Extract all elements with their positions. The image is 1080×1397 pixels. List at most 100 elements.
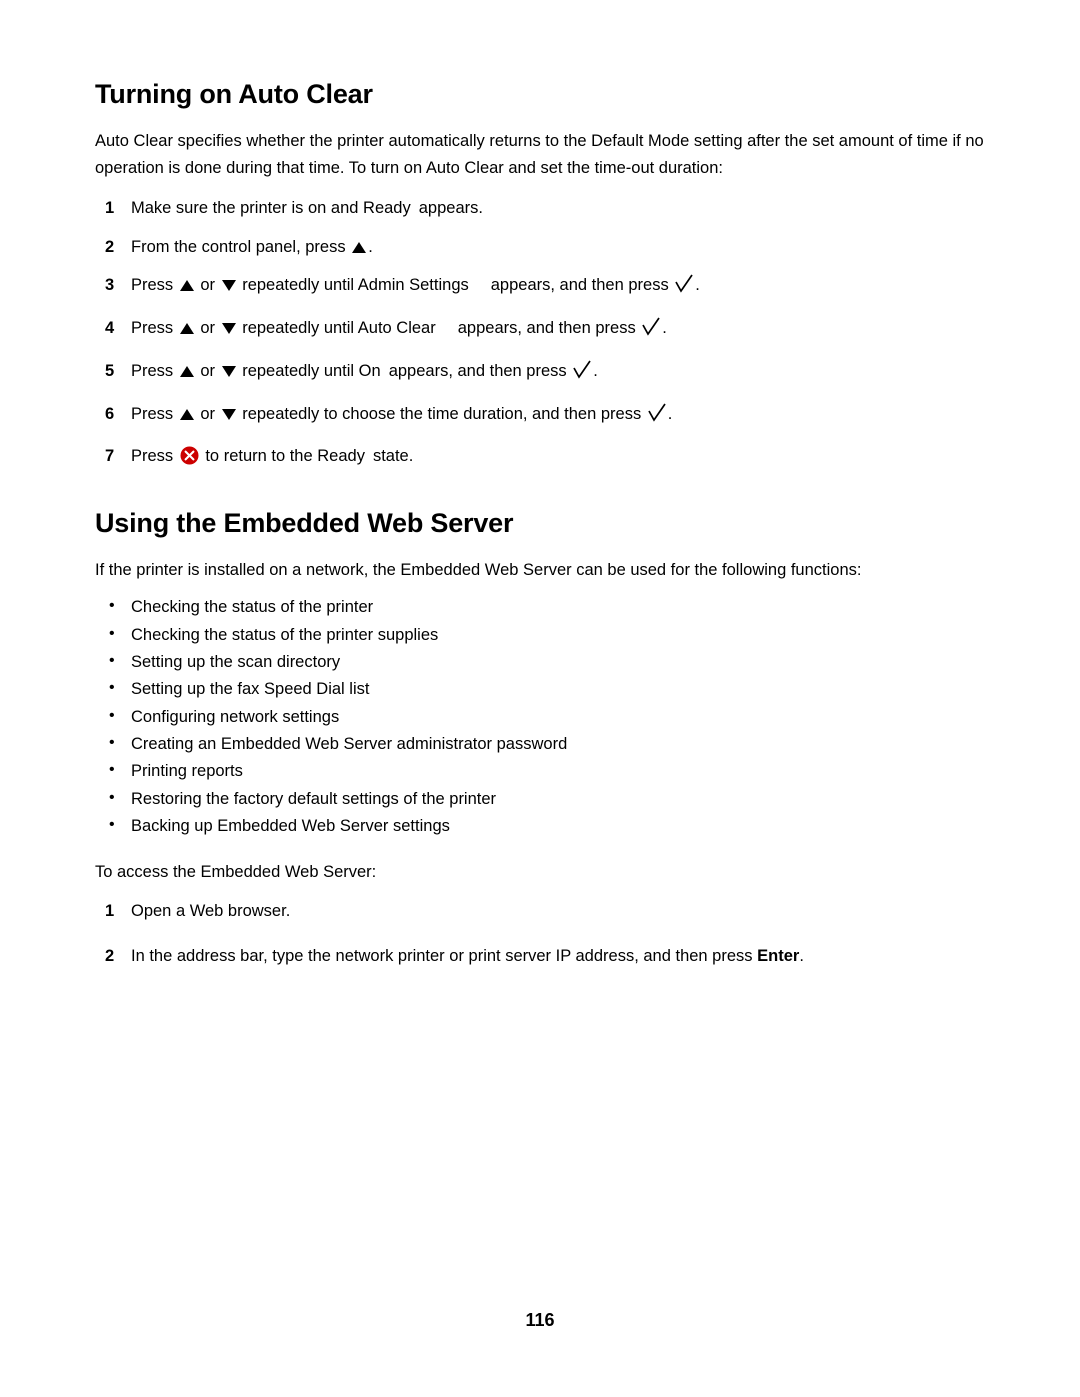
step-item: 1 Open a Web browser.: [95, 899, 985, 924]
bullet-icon: •: [109, 624, 115, 642]
keyboard-key-label: Enter: [757, 947, 800, 966]
arrow-up-icon: [352, 241, 367, 253]
step-text: From the control panel, press: [131, 237, 351, 256]
step-text: state.: [372, 447, 414, 466]
bullet-icon: •: [109, 788, 115, 806]
checkmark-select-icon: [674, 274, 694, 302]
steps-list-access: 1 Open a Web browser. 2 In the address bar,…: [95, 899, 985, 969]
list-item: • Setting up the scan directory: [95, 649, 985, 676]
step-item: 2 In the address bar, type the network pr…: [95, 944, 985, 969]
section-intro-embedded-web-server: If the printer is installed on a network…: [95, 561, 862, 580]
step-text: or: [195, 404, 220, 423]
bullet-icon: •: [109, 651, 115, 669]
step-text: Press: [131, 361, 178, 380]
list-item-label: Creating an Embedded Web Server administ…: [131, 735, 568, 754]
page-title: Turning on Auto Clear: [95, 79, 373, 109]
step-text: repeatedly to choose the time duration, …: [237, 404, 646, 423]
stop-button-icon: [180, 446, 199, 473]
list-item: • Printing reports: [95, 758, 985, 785]
step-text: repeatedly until Admin Settings: [237, 276, 469, 295]
step-text: Make sure the printer is on and Ready: [131, 198, 411, 217]
arrow-up-icon: [179, 365, 194, 377]
step-number: 6: [105, 404, 115, 423]
step-text: .: [667, 404, 673, 423]
step-item: 6 Press or repeatedly to choose the time …: [95, 402, 985, 431]
list-item: • Restoring the factory default settings …: [95, 786, 985, 813]
arrow-up-icon: [179, 408, 194, 420]
access-instruction: To access the Embedded Web Server:: [95, 862, 377, 881]
section-title-embedded-web-server: Using the Embedded Web Server: [95, 508, 514, 539]
checkmark-select-icon: [641, 317, 661, 345]
step-text: Press: [131, 319, 178, 338]
step-text: to return to the Ready: [200, 447, 365, 466]
step-text: or: [195, 276, 220, 295]
section-intro-auto-clear: Auto Clear specifies whether the printer…: [95, 132, 984, 178]
step-text: In the address bar, type the network pri…: [131, 947, 758, 966]
arrow-down-icon: [221, 408, 236, 420]
bullet-icon: •: [109, 816, 115, 834]
step-text: .: [799, 947, 804, 966]
list-item: • Backing up Embedded Web Server settings: [95, 813, 985, 840]
document-page: Turning on Auto Clear Auto Clear specifi…: [0, 0, 1080, 1397]
step-number: 7: [105, 447, 115, 466]
step-text: repeatedly until On: [237, 361, 381, 380]
step-text: appears, and then press: [490, 276, 674, 295]
step-item: 4 Press or repeatedly until Auto Clear app…: [95, 316, 985, 345]
list-item: • Checking the status of the printer supp…: [95, 622, 985, 649]
bullet-icon: •: [109, 761, 115, 779]
page-content: Turning on Auto Clear Auto Clear specifi…: [95, 78, 985, 989]
arrow-up-icon: [179, 280, 194, 292]
checkmark-select-icon: [572, 360, 592, 388]
list-item-label: Setting up the scan directory: [131, 652, 341, 671]
step-item: 5 Press or repeatedly until On appears, an…: [95, 359, 985, 388]
checkmark-select-icon: [647, 403, 667, 431]
list-item-label: Backing up Embedded Web Server settings: [131, 817, 450, 836]
step-text: .: [593, 361, 598, 380]
list-item: • Creating an Embedded Web Server adminis…: [95, 731, 985, 758]
list-item-label: Restoring the factory default settings o…: [131, 789, 497, 808]
arrow-down-icon: [221, 323, 236, 335]
step-text: .: [662, 319, 667, 338]
step-number: 3: [105, 276, 115, 295]
list-item-label: Printing reports: [131, 762, 243, 781]
list-item-label: Configuring network settings: [131, 707, 340, 726]
arrow-down-icon: [221, 365, 236, 377]
list-item: • Checking the status of the printer: [95, 594, 985, 621]
list-item: • Configuring network settings: [95, 704, 985, 731]
steps-list-auto-clear: 1 Make sure the printer is on and Ready ap…: [95, 196, 985, 473]
page-number: 116: [525, 1310, 555, 1330]
step-number: 5: [105, 361, 115, 380]
step-item: 2 From the control panel, press .: [95, 235, 985, 260]
arrow-up-icon: [179, 323, 194, 335]
step-text: or: [195, 319, 220, 338]
step-text: appears.: [418, 198, 483, 217]
list-item-label: Checking the status of the printer: [131, 598, 374, 617]
step-text: or: [195, 361, 220, 380]
step-text: appears, and then press: [388, 361, 572, 380]
step-number: 1: [105, 902, 115, 921]
step-text: repeatedly until Auto Clear: [237, 319, 436, 338]
step-number: 4: [105, 319, 115, 338]
arrow-down-icon: [221, 280, 236, 292]
bullet-icon: •: [109, 597, 115, 615]
step-text: appears, and then press: [457, 319, 641, 338]
step-text: Press: [131, 276, 178, 295]
step-text: Open a Web browser.: [131, 902, 291, 921]
list-item: • Setting up the fax Speed Dial list: [95, 676, 985, 703]
bullet-icon: •: [109, 734, 115, 752]
step-item: 1 Make sure the printer is on and Ready ap…: [95, 196, 985, 221]
bullet-list-functions: • Checking the status of the printer • Chec…: [95, 594, 985, 840]
step-text: Press: [131, 447, 178, 466]
step-number: 2: [105, 947, 115, 966]
bullet-icon: •: [109, 679, 115, 697]
step-item: 3 Press or repeatedly until Admin Setting…: [95, 273, 985, 302]
list-item-label: Checking the status of the printer suppl…: [131, 625, 439, 644]
list-item-label: Setting up the fax Speed Dial list: [131, 680, 370, 699]
step-number: 2: [105, 237, 115, 256]
step-text: Press: [131, 404, 178, 423]
step-number: 1: [105, 198, 115, 217]
step-item: 7 Press to return to the Ready state.: [95, 444, 985, 473]
step-text: .: [368, 237, 373, 256]
bullet-icon: •: [109, 706, 115, 724]
step-text: .: [695, 276, 700, 295]
